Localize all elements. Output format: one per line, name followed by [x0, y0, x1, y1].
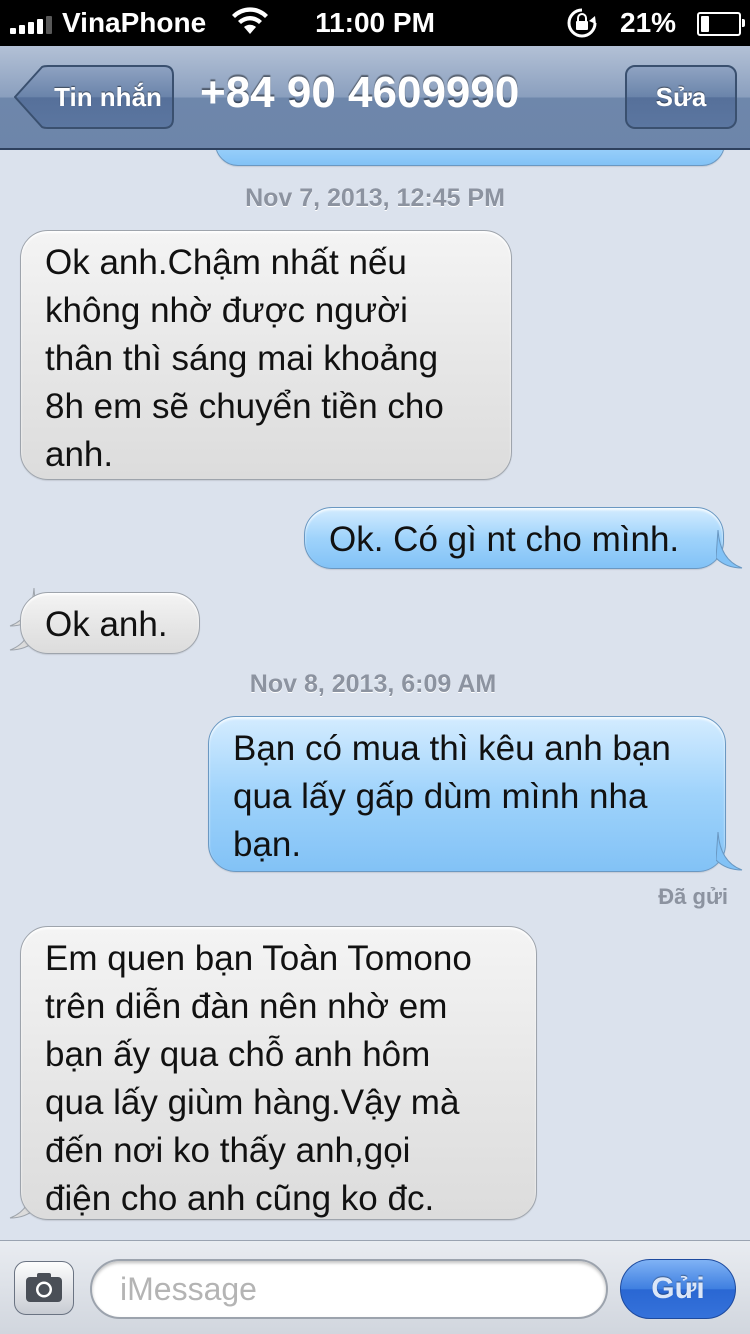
- back-button[interactable]: Tin nhắn: [14, 65, 174, 129]
- compose-bar: Gửi: [0, 1240, 750, 1334]
- message-bubble-outgoing[interactable]: Bạn có mua thì kêu anh bạn qua lấy gấp d…: [208, 716, 726, 872]
- message-input[interactable]: [90, 1259, 608, 1319]
- message-line: không nhờ được người: [45, 291, 408, 330]
- back-button-label: Tin nhắn: [54, 82, 162, 112]
- message-bubble-incoming[interactable]: Em quen bạn Toàn Tomono trên diễn đàn nê…: [20, 926, 537, 1220]
- edit-button[interactable]: Sửa: [625, 65, 737, 129]
- navigation-bar: Tin nhắn +84 90 4609990 Sửa: [0, 46, 750, 150]
- message-line: anh.: [45, 435, 114, 474]
- delivered-status: Đã gửi: [658, 884, 728, 909]
- status-bar: VinaPhone 11:00 PM 21%: [0, 0, 750, 46]
- contact-title: +84 90 4609990: [200, 68, 520, 117]
- message-line: bạn.: [233, 825, 302, 864]
- message-line: bạn ấy qua chỗ anh hôm: [45, 1035, 431, 1074]
- rotation-lock-icon: [565, 8, 599, 43]
- bubble-tail: [716, 530, 743, 569]
- message-line: 8h em sẽ chuyển tiền cho: [45, 387, 444, 426]
- message-line: Ok anh.: [45, 605, 168, 644]
- message-line: đến nơi ko thấy anh,gọi: [45, 1131, 411, 1170]
- battery-icon: [697, 12, 745, 36]
- message-line: Ok. Có gì nt cho mình.: [329, 520, 680, 559]
- camera-icon: [26, 1273, 62, 1302]
- message-line: trên diễn đàn nên nhờ em: [45, 987, 448, 1026]
- message-bubble-incoming[interactable]: Ok anh.Chậm nhất nếu không nhờ được ngườ…: [20, 230, 512, 480]
- send-button[interactable]: Gửi: [620, 1259, 736, 1319]
- message-bubble-outgoing[interactable]: Ok. Có gì nt cho mình.: [304, 507, 724, 569]
- message-line: qua lấy gấp dùm mình nha: [233, 777, 648, 816]
- timestamp: Nov 8, 2013, 6:09 AM: [249, 670, 497, 698]
- conversation-view[interactable]: Nov 7, 2013, 12:45 PM Ok anh.Chậm nhất n…: [0, 150, 750, 1240]
- battery-level: [701, 16, 709, 32]
- message-bubble-incoming[interactable]: Ok anh.: [20, 592, 200, 654]
- battery-percent: 21%: [620, 7, 677, 38]
- timestamp: Nov 7, 2013, 12:45 PM: [245, 184, 505, 212]
- message-line: Bạn có mua thì kêu anh bạn: [233, 729, 671, 768]
- message-line: điện cho anh cũng ko đc.: [45, 1179, 435, 1218]
- partial-message-bubble: [215, 150, 725, 166]
- camera-button[interactable]: [14, 1261, 74, 1315]
- message-line: Em quen bạn Toàn Tomono: [45, 939, 472, 978]
- message-line: Ok anh.Chậm nhất nếu: [45, 243, 407, 282]
- message-line: thân thì sáng mai khoảng: [45, 339, 439, 378]
- message-line: qua lấy giùm hàng.Vậy mà: [45, 1083, 460, 1122]
- bubble-tail: [716, 832, 743, 871]
